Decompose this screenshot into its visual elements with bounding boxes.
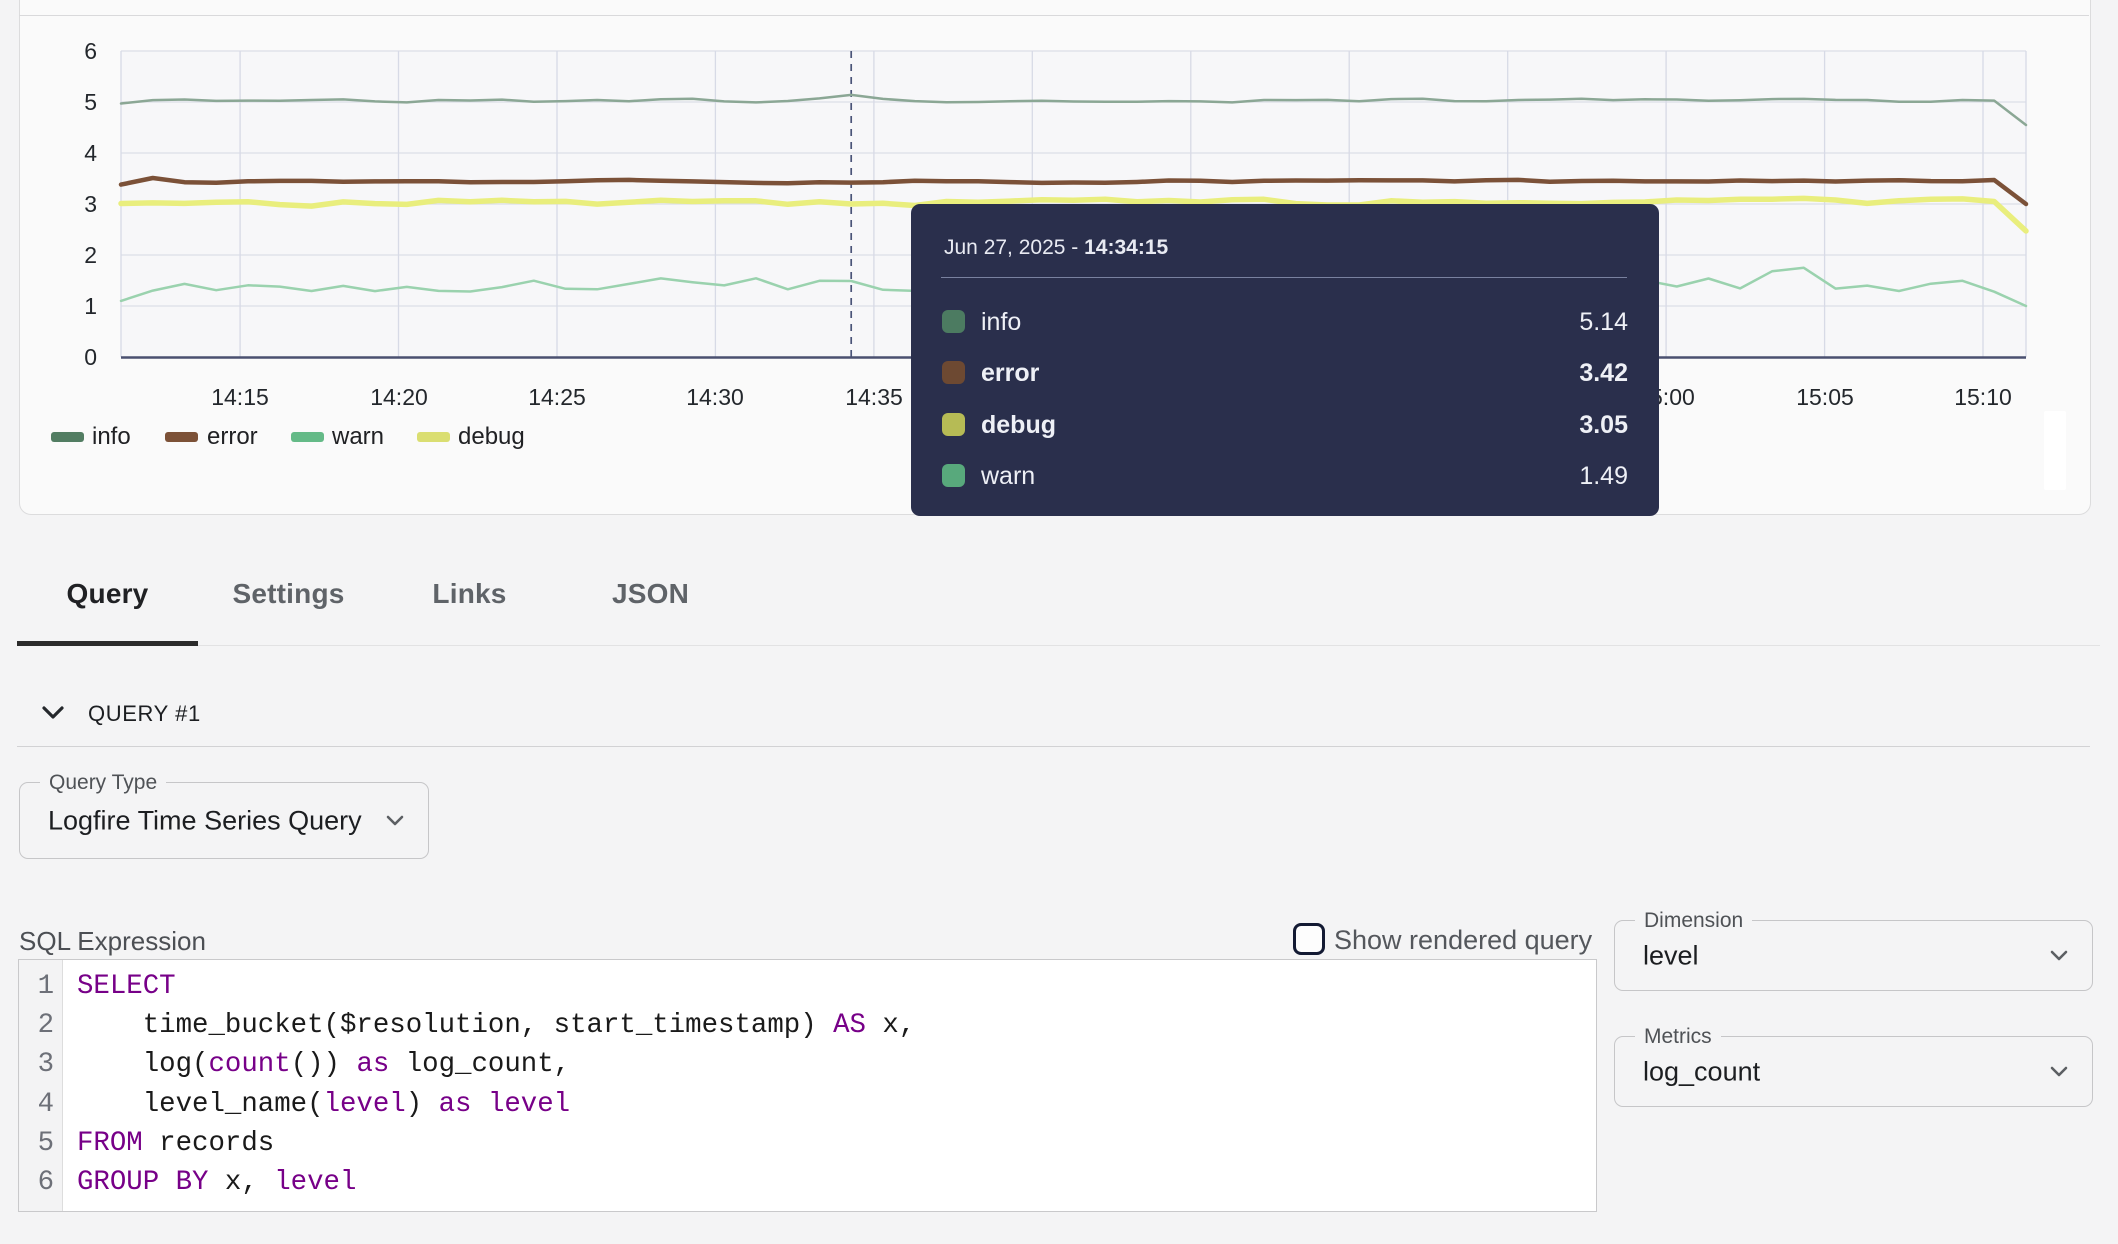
svg-text:5: 5	[84, 89, 97, 115]
svg-text:14:30: 14:30	[686, 384, 744, 410]
svg-text:2: 2	[84, 242, 97, 268]
svg-text:6: 6	[84, 38, 97, 64]
svg-text:0: 0	[84, 344, 97, 370]
svg-text:4: 4	[84, 140, 97, 166]
svg-text:14:20: 14:20	[370, 384, 428, 410]
svg-text:14:35: 14:35	[845, 384, 903, 410]
svg-text:14:25: 14:25	[528, 384, 586, 410]
svg-text:15:10: 15:10	[1954, 384, 2012, 410]
svg-text:1: 1	[84, 293, 97, 319]
svg-text:15:05: 15:05	[1796, 384, 1854, 410]
svg-text:14:15: 14:15	[211, 384, 269, 410]
svg-text:3: 3	[84, 191, 97, 217]
